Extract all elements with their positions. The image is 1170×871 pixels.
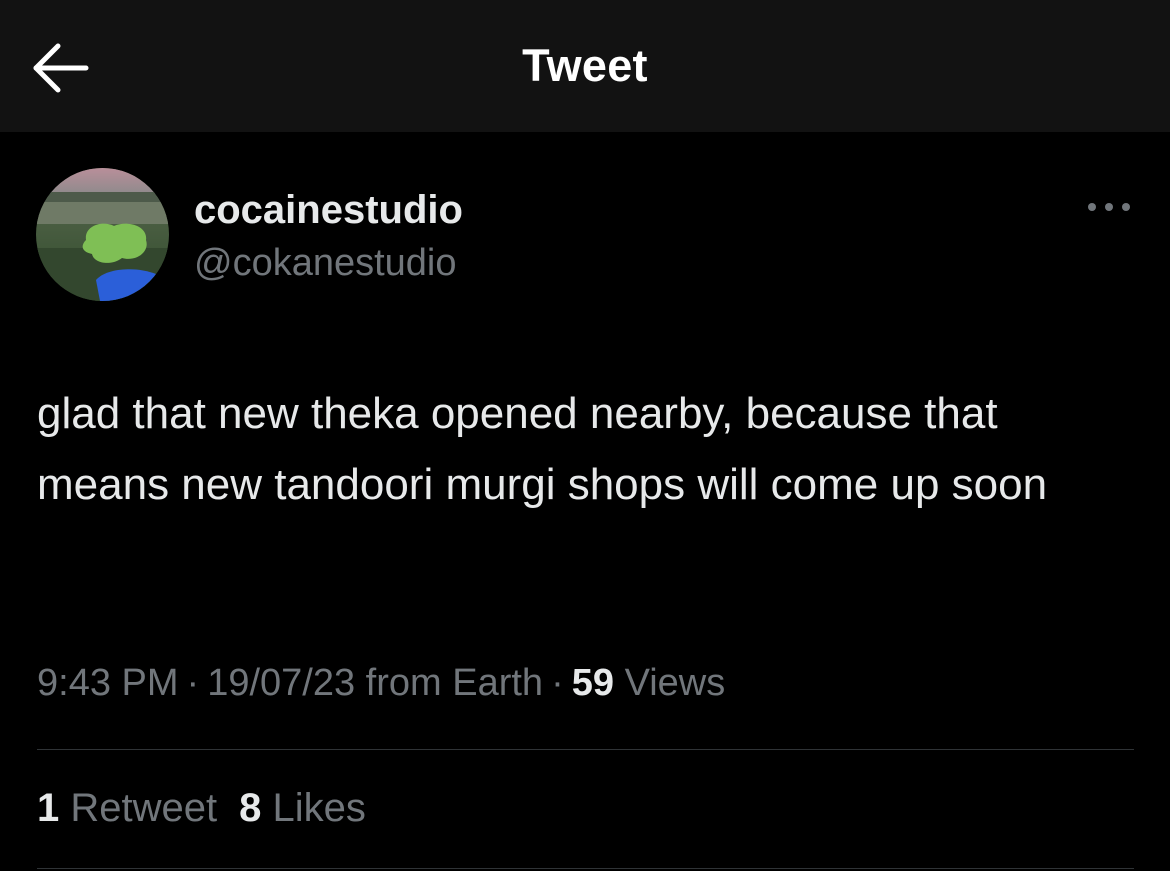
divider: [37, 749, 1134, 750]
retweets-label: Retweet: [70, 786, 218, 830]
top-bar: Tweet: [0, 0, 1170, 132]
meta-separator: ·: [551, 662, 564, 704]
likes-label: Likes: [272, 786, 366, 830]
tweet-date[interactable]: 19/07/23: [207, 662, 355, 704]
tweet-time[interactable]: 9:43 PM: [37, 662, 179, 704]
more-options-button[interactable]: [1084, 192, 1134, 222]
likes-count: 8: [239, 786, 262, 830]
tweet-author-header: cocainestudio @cokanestudio: [36, 168, 1136, 308]
avatar[interactable]: [36, 168, 169, 301]
tweet-page: Tweet cocainestudio @cokanestudio glad t…: [0, 0, 1170, 871]
retweets-count: 1: [37, 786, 60, 830]
views-count: 59: [571, 662, 614, 704]
tweet-text: glad that new theka opened nearby, becau…: [37, 389, 1048, 509]
page-title: Tweet: [522, 40, 648, 91]
meta-separator: ·: [186, 662, 200, 704]
views-label: Views: [624, 662, 726, 704]
retweets-stat[interactable]: 1 Retweet: [37, 786, 217, 830]
user-handle[interactable]: @cokanestudio: [194, 242, 457, 285]
likes-stat[interactable]: 8 Likes: [239, 786, 366, 830]
tweet-stats: 1 Retweet 8 Likes: [37, 786, 366, 831]
divider: [37, 868, 1134, 869]
tweet-source: from Earth: [365, 662, 544, 704]
avatar-image: [36, 168, 169, 301]
tweet-meta: 9:43 PM · 19/07/23 from Earth · 59 Views: [37, 662, 725, 705]
ellipsis-icon: [1088, 203, 1130, 211]
display-name[interactable]: cocainestudio: [194, 188, 463, 233]
